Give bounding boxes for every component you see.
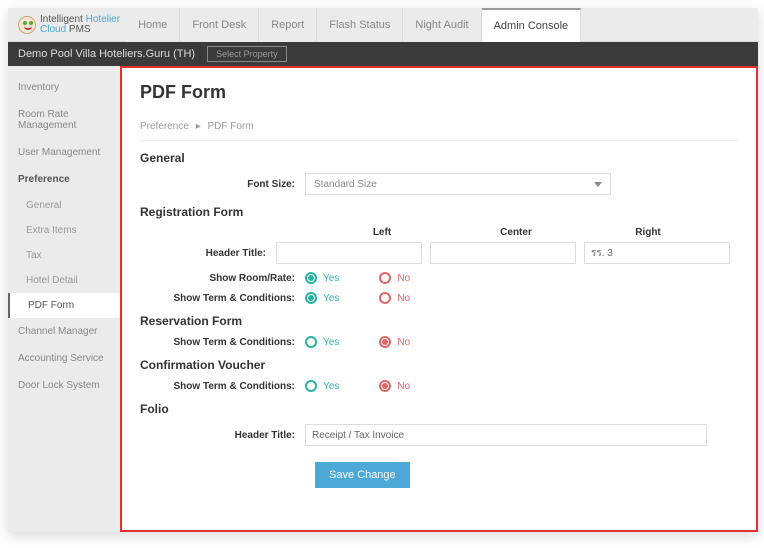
section-reservation: Reservation Form [140, 314, 738, 328]
show-room-rate-label: Show Room/Rate: [140, 273, 305, 284]
sidebar: InventoryRoom Rate ManagementUser Manage… [8, 66, 120, 532]
folio-header-input[interactable] [305, 424, 707, 446]
sidebar-item-user-management[interactable]: User Management [8, 139, 120, 166]
header-columns: Left Center Right [140, 227, 738, 238]
reg-terms-no[interactable]: No [379, 292, 410, 304]
conf-terms-no[interactable]: No [379, 380, 410, 392]
res-terms-no[interactable]: No [379, 336, 410, 348]
font-size-value: Standard Size [314, 179, 377, 190]
section-registration: Registration Form [140, 205, 738, 219]
breadcrumb: Preference ▸ PDF Form [140, 113, 738, 141]
nav-report[interactable]: Report [259, 8, 317, 42]
radio-icon [379, 380, 391, 392]
sidebar-sub-pdf-form[interactable]: PDF Form [8, 293, 120, 318]
chevron-down-icon [594, 182, 602, 187]
sidebar-item-channel-manager[interactable]: Channel Manager [8, 318, 120, 345]
reg-terms-yes[interactable]: Yes [305, 292, 339, 304]
room-rate-yes[interactable]: Yes [305, 272, 339, 284]
col-right: Right [583, 227, 713, 238]
sidebar-item-room-rate-management[interactable]: Room Rate Management [8, 101, 120, 139]
property-bar: Demo Pool Villa Hoteliers.Guru (TH) Sele… [8, 42, 758, 66]
reg-header-right-input[interactable] [584, 242, 730, 264]
font-size-label: Font Size: [140, 179, 305, 190]
reg-header-left-input[interactable] [276, 242, 422, 264]
crumb-sep: ▸ [196, 121, 201, 132]
font-size-select[interactable]: Standard Size [305, 173, 611, 195]
radio-icon [379, 272, 391, 284]
section-general: General [140, 151, 738, 165]
logo: Intelligent Hotelier Cloud PMS [8, 15, 126, 35]
section-folio: Folio [140, 402, 738, 416]
res-terms-yes[interactable]: Yes [305, 336, 339, 348]
radio-icon [305, 272, 317, 284]
section-confirmation: Confirmation Voucher [140, 358, 738, 372]
col-center: Center [449, 227, 583, 238]
col-left: Left [315, 227, 449, 238]
res-terms-label: Show Term & Conditions: [140, 337, 305, 348]
topbar: Intelligent Hotelier Cloud PMS HomeFront… [8, 8, 758, 42]
nav-home[interactable]: Home [126, 8, 180, 42]
radio-icon [379, 292, 391, 304]
main-nav: HomeFront DeskReportFlash StatusNight Au… [126, 8, 581, 42]
conf-terms-label: Show Term & Conditions: [140, 381, 305, 392]
room-rate-no[interactable]: No [379, 272, 410, 284]
folio-header-title-label: Header Title: [140, 430, 305, 441]
sidebar-sub-extra-items[interactable]: Extra Items [8, 218, 120, 243]
nav-night-audit[interactable]: Night Audit [403, 8, 481, 42]
conf-terms-yes[interactable]: Yes [305, 380, 339, 392]
nav-admin-console[interactable]: Admin Console [482, 8, 582, 42]
sidebar-sub-general[interactable]: General [8, 193, 120, 218]
sidebar-item-inventory[interactable]: Inventory [8, 74, 120, 101]
nav-flash-status[interactable]: Flash Status [317, 8, 403, 42]
radio-icon [379, 336, 391, 348]
crumb-root[interactable]: Preference [140, 121, 189, 132]
sidebar-sub-tax[interactable]: Tax [8, 243, 120, 268]
sidebar-sub-hotel-detail[interactable]: Hotel Detail [8, 268, 120, 293]
sidebar-item-accounting-service[interactable]: Accounting Service [8, 345, 120, 372]
page-title: PDF Form [140, 82, 738, 103]
reg-header-title-label: Header Title: [140, 248, 276, 259]
sidebar-item-preference[interactable]: Preference [8, 166, 120, 193]
radio-icon [305, 292, 317, 304]
main-content: PDF Form Preference ▸ PDF Form General F… [120, 66, 758, 532]
crumb-leaf: PDF Form [208, 121, 254, 132]
sidebar-item-door-lock-system[interactable]: Door Lock System [8, 372, 120, 399]
logo-icon [18, 16, 36, 34]
property-name: Demo Pool Villa Hoteliers.Guru (TH) [18, 48, 195, 60]
reg-terms-label: Show Term & Conditions: [140, 293, 305, 304]
radio-icon [305, 380, 317, 392]
radio-icon [305, 336, 317, 348]
select-property-button[interactable]: Select Property [207, 46, 287, 62]
reg-header-center-input[interactable] [430, 242, 576, 264]
nav-front-desk[interactable]: Front Desk [180, 8, 259, 42]
logo-text: Intelligent Hotelier Cloud PMS [40, 15, 120, 35]
save-button[interactable]: Save Change [315, 462, 410, 488]
